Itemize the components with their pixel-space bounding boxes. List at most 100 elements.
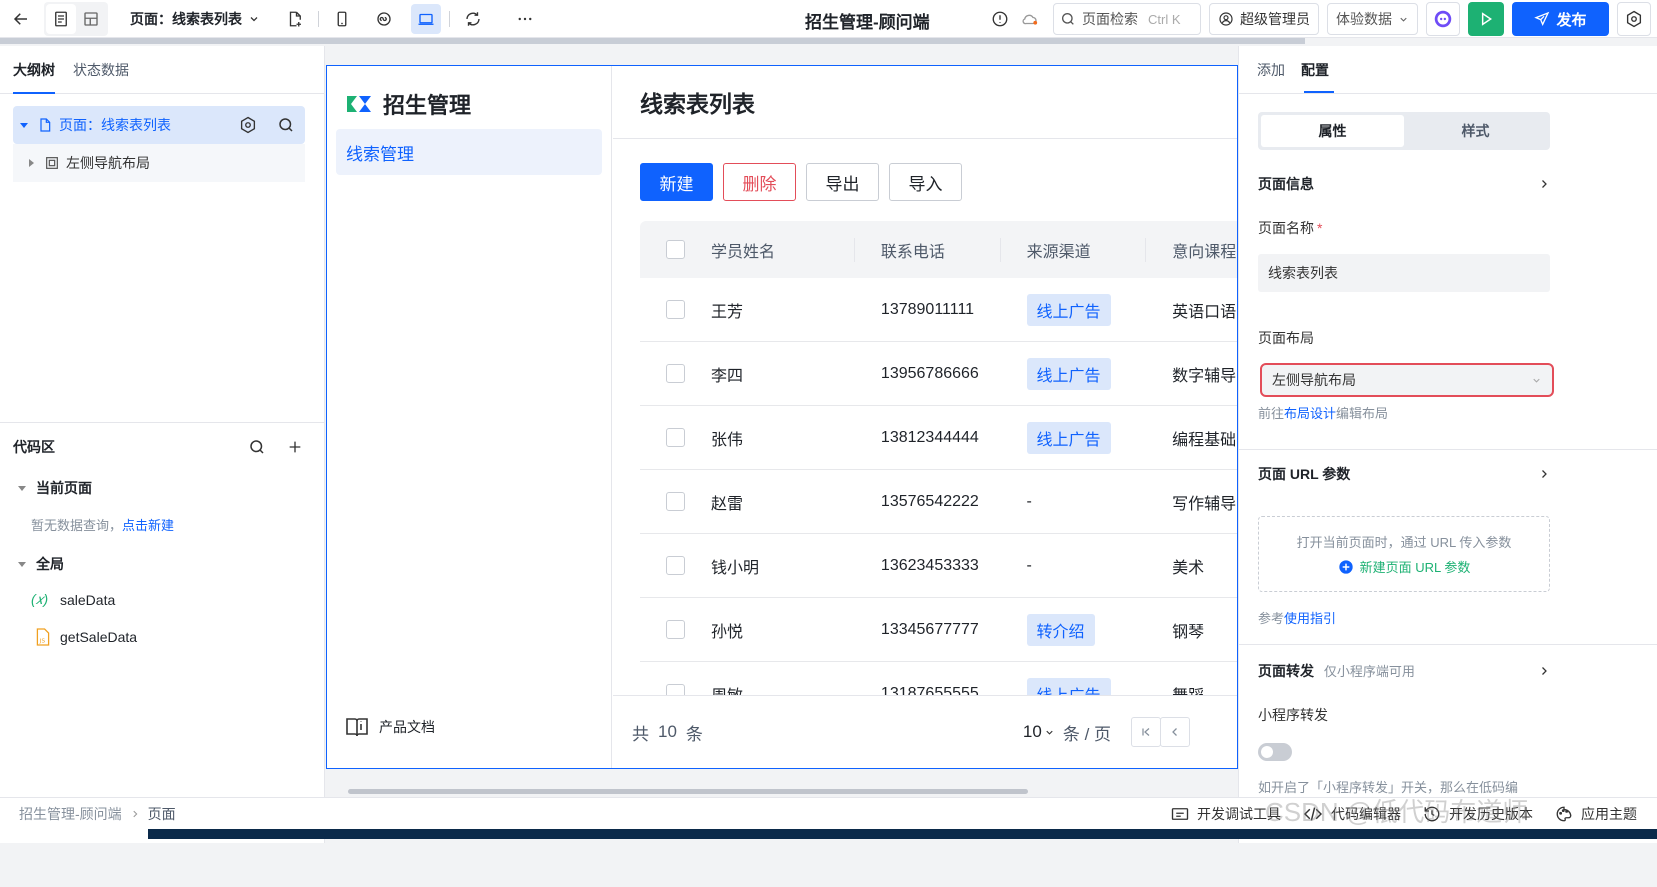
chevron-down-icon: [1400, 17, 1407, 22]
delete-button[interactable]: 删除: [723, 163, 796, 201]
section-global[interactable]: 全局: [17, 554, 64, 574]
caret-down-icon[interactable]: [19, 120, 29, 130]
column-header-name[interactable]: 学员姓名: [711, 237, 855, 262]
export-button[interactable]: 导出: [806, 163, 879, 201]
section-page-info[interactable]: 页面信息: [1258, 174, 1550, 194]
ai-assistant-button[interactable]: [1426, 2, 1460, 36]
section-current-page[interactable]: 当前页面: [17, 478, 92, 498]
prev-page-button[interactable]: [1160, 717, 1191, 747]
page-size-select[interactable]: 10: [1023, 722, 1055, 742]
table-header: 学员姓名 联系电话 来源渠道 意向课程: [640, 221, 1237, 278]
cell-name: 钱小明: [711, 559, 760, 577]
product-docs-link[interactable]: 产品文档: [345, 716, 435, 738]
add-url-param-button[interactable]: 新建页面 URL 参数: [1338, 557, 1471, 576]
table-row[interactable]: 张伟 13812344444 线上广告 编程基础: [640, 406, 1237, 470]
usage-guide-link[interactable]: 使用指引: [1284, 611, 1336, 626]
layout-view-icon[interactable]: [76, 4, 106, 34]
document-view-icon[interactable]: [46, 3, 76, 34]
desktop-device-icon[interactable]: [411, 3, 441, 34]
mini-program-icon[interactable]: [369, 4, 399, 34]
table-row[interactable]: 李四 13956786666 线上广告 数字辅导: [640, 342, 1237, 406]
column-header-phone[interactable]: 联系电话: [855, 237, 1001, 262]
row-checkbox[interactable]: [666, 300, 685, 319]
nav-item-leads[interactable]: 线索管理: [336, 129, 602, 175]
variable-icon: (𝑥): [31, 591, 49, 607]
settings-button[interactable]: [1617, 2, 1651, 36]
code-area-title: 代码区: [13, 439, 55, 455]
page-name-input[interactable]: 线索表列表: [1258, 254, 1550, 292]
segment-styles[interactable]: 样式: [1404, 115, 1547, 147]
cloud-sync-icon[interactable]: [1015, 4, 1045, 34]
page-layout-select[interactable]: 左侧导航布局: [1260, 363, 1554, 397]
global-item-getsaledata[interactable]: JS getSaleData: [35, 628, 137, 646]
add-page-icon[interactable]: [280, 4, 310, 34]
page-search[interactable]: 页面检索 Ctrl K: [1053, 3, 1201, 35]
column-header-source[interactable]: 来源渠道: [1001, 237, 1147, 262]
first-page-button[interactable]: [1131, 717, 1162, 747]
tab-outline-tree[interactable]: 大纲树: [13, 60, 55, 94]
book-icon: [346, 718, 368, 737]
data-mode-select[interactable]: 体验数据: [1327, 3, 1418, 35]
back-arrow-icon[interactable]: [6, 4, 36, 34]
row-checkbox[interactable]: [666, 492, 685, 511]
mobile-device-icon[interactable]: [327, 4, 357, 34]
breadcrumb-app[interactable]: 招生管理-顾问端: [19, 804, 122, 824]
table-row[interactable]: 王芳 13789011111 线上广告 英语口语: [640, 278, 1237, 342]
import-button[interactable]: 导入: [889, 163, 962, 201]
plus-icon[interactable]: [287, 439, 303, 455]
tree-node-page[interactable]: 页面：线索表列表: [13, 106, 305, 144]
select-all-checkbox[interactable]: [666, 240, 685, 259]
cell-phone: 13789011111: [880, 300, 975, 318]
segment-properties[interactable]: 属性: [1261, 115, 1404, 147]
caret-right-icon[interactable]: [26, 158, 36, 168]
canvas-horizontal-scrollbar[interactable]: [326, 786, 1238, 796]
tree-node-layout[interactable]: 左侧导航布局: [13, 144, 305, 182]
table-row[interactable]: 钱小明 13623453333 - 美术: [640, 534, 1237, 598]
divider: [449, 10, 450, 27]
scrollbar-thumb[interactable]: [348, 789, 1028, 794]
row-checkbox[interactable]: [666, 556, 685, 575]
cell-phone: 13812344444: [880, 428, 979, 446]
create-query-link[interactable]: 点击新建: [122, 515, 174, 534]
global-item-saledata[interactable]: (𝑥) saleData: [31, 591, 115, 608]
info-icon[interactable]: [985, 4, 1015, 34]
cell-phone: 13956786666: [880, 364, 979, 382]
search-icon[interactable]: [248, 438, 266, 456]
page-forward-title: 页面转发: [1258, 663, 1314, 679]
layout-hint: 前往布局设计编辑布局: [1258, 403, 1388, 422]
row-checkbox[interactable]: [666, 364, 685, 383]
create-button[interactable]: 新建: [640, 163, 713, 201]
taskbar-strip: [148, 829, 1657, 839]
source-tag: 线上广告: [1026, 293, 1111, 326]
tab-add[interactable]: 添加: [1257, 60, 1285, 80]
layout-hint-suffix: 编辑布局: [1336, 406, 1389, 421]
publish-button[interactable]: 发布: [1512, 2, 1609, 36]
top-scroll-strip: [0, 38, 1305, 44]
brand-name: 招生管理: [383, 93, 472, 118]
row-checkbox[interactable]: [666, 620, 685, 639]
more-icon[interactable]: [510, 4, 540, 34]
section-url-params[interactable]: 页面 URL 参数: [1258, 464, 1550, 484]
search-icon[interactable]: [277, 116, 295, 134]
page-name-label: 页面名称 *: [1258, 218, 1322, 238]
table-row[interactable]: 赵雷 13576542222 - 写作辅导: [640, 470, 1237, 534]
tab-config[interactable]: 配置: [1301, 60, 1329, 80]
mini-forward-toggle[interactable]: [1258, 743, 1292, 761]
design-canvas[interactable]: 招生管理 线索管理 产品文档 线索表列表 新建 删除 导出 导入 学员姓名 联系…: [326, 65, 1238, 769]
tree-node-layout-label: 左侧导航布局: [66, 155, 150, 171]
add-url-param-label: 新建页面 URL 参数: [1359, 560, 1471, 575]
page-switcher[interactable]: 页面：线索表列表: [130, 9, 260, 29]
hexagon-settings-icon[interactable]: [239, 116, 257, 134]
row-checkbox[interactable]: [666, 428, 685, 447]
column-header-course[interactable]: 意向课程: [1146, 238, 1237, 262]
tab-state-data[interactable]: 状态数据: [73, 60, 129, 80]
layout-design-link[interactable]: 布局设计: [1284, 406, 1336, 421]
breadcrumb-page[interactable]: 页面: [148, 804, 176, 824]
section-page-forward[interactable]: 页面转发 仅小程序端可用: [1258, 661, 1550, 681]
preview-button[interactable]: [1468, 2, 1504, 36]
user-role-button[interactable]: 超级管理员: [1209, 3, 1319, 35]
refresh-icon[interactable]: [458, 4, 488, 34]
app-theme-button[interactable]: 应用主题: [1555, 804, 1637, 824]
cell-source: -: [1001, 493, 1147, 511]
table-row[interactable]: 孙悦 13345677777 转介绍 钢琴: [640, 598, 1237, 662]
